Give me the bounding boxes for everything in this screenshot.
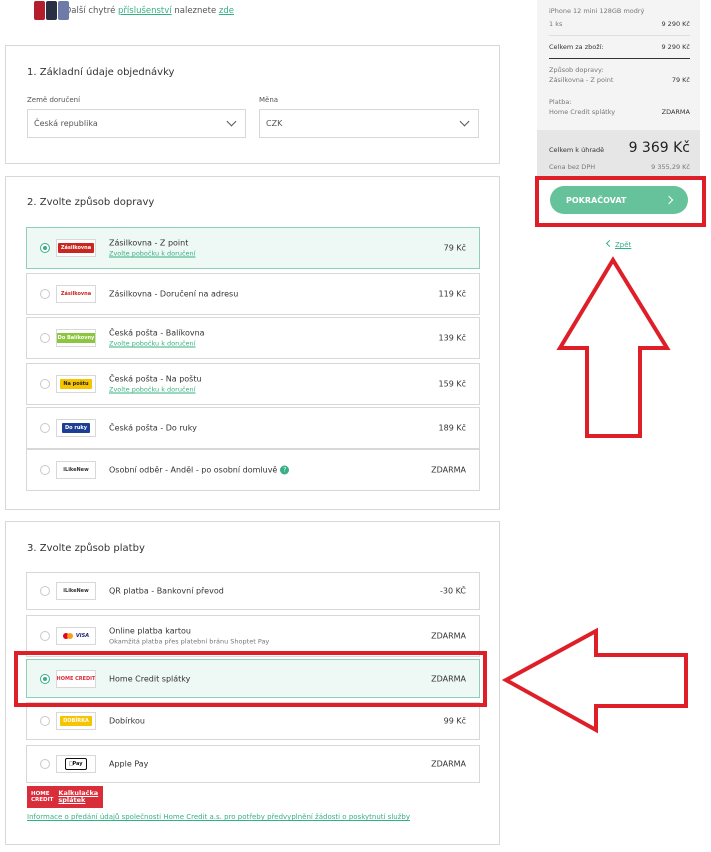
choose-branch-link[interactable]: Zvolte pobočku k doručení (109, 250, 195, 258)
shipping-option-pickup[interactable]: iLikeNew Osobní odběr - Anděl - po osobn… (26, 449, 480, 491)
here-link[interactable]: zde (219, 6, 234, 16)
summary-product: iPhone 12 mini 128GB modrý (549, 7, 645, 15)
payment-title: 3. Zvolte způsob platby (27, 543, 145, 554)
choose-branch-link[interactable]: Zvolte pobočku k doručení (109, 386, 202, 394)
option-name: Zásilkovna - Doručení na adresu (109, 289, 239, 299)
accessories-text: Další chytré příslušenství naleznete zde (65, 6, 234, 16)
payment-option-apple-pay[interactable]: Pay Apple Pay ZDARMA (26, 745, 480, 783)
chevron-down-icon (459, 116, 470, 127)
option-price: ZDARMA (431, 465, 466, 475)
radio-button[interactable] (40, 243, 50, 253)
zasilkovna-logo-icon: Zásilkovna (56, 239, 96, 257)
total-value: 9 369 Kč (628, 140, 690, 156)
dobirka-logo-icon: DOBÍRKA (56, 712, 96, 730)
home-credit-calculator-button[interactable]: HOME CREDIT Kalkulačka splátek (27, 786, 103, 808)
radio-button[interactable] (40, 289, 50, 299)
summary-qty: 1 ks 9 290 Kč (549, 20, 690, 28)
chevron-down-icon (226, 116, 237, 127)
zasilkovna-logo-icon: Zásilkovna (56, 285, 96, 303)
chevron-left-icon (605, 239, 614, 248)
option-price: 189 Kč (438, 423, 466, 433)
radio-button[interactable] (40, 379, 50, 389)
ceska-posta-logo-icon: Do ruky (56, 419, 96, 437)
country-label: Země doručení (27, 96, 81, 104)
up-arrow-icon (556, 256, 671, 438)
radio-button[interactable] (40, 586, 50, 596)
currency-label: Měna (259, 96, 279, 104)
shipping-title: 2. Zvolte způsob dopravy (27, 197, 155, 208)
apple-pay-logo-icon: Pay (56, 755, 96, 773)
radio-button[interactable] (40, 465, 50, 475)
annotation-box-home-credit (14, 651, 487, 707)
option-name: Dobírkou (109, 716, 145, 726)
shipping-option-na-postu[interactable]: Na poštu Česká pošta - Na poštu Zvolte p… (26, 363, 480, 405)
radio-button[interactable] (40, 631, 50, 641)
option-price: 79 Kč (443, 243, 466, 253)
order-basics-title: 1. Základní údaje objednávky (27, 67, 175, 78)
shipping-option-do-ruky[interactable]: Do ruky Česká pošta - Do ruky 189 Kč (26, 407, 480, 449)
option-price: 159 Kč (438, 379, 466, 389)
calculator-label: Kalkulačka splátek (58, 789, 99, 804)
home-credit-info-link[interactable]: Informace o předání údajů společnosti Ho… (27, 813, 410, 821)
annotation-box-continue (535, 176, 706, 227)
without-vat-label: Cena bez DPH (549, 163, 596, 171)
option-name: Apple Pay (109, 759, 149, 769)
summary-shipping: Zásilkovna - Z point 79 Kč (549, 76, 690, 84)
option-price: ZDARMA (431, 631, 466, 641)
ceska-posta-logo-icon: Na poštu (56, 375, 96, 393)
payment-option-qr[interactable]: iLikeNew QR platba - Bankovní převod -30… (26, 572, 480, 610)
currency-select[interactable]: CZK (259, 109, 479, 138)
radio-button[interactable] (40, 716, 50, 726)
phone-thumbnails (34, 1, 69, 21)
option-name: Česká pošta - Do ruky (109, 423, 197, 433)
option-name: Česká pošta - Balíkovna (109, 328, 205, 338)
order-basics-section: 1. Základní údaje objednávky Země doruče… (5, 45, 500, 164)
option-price: -30 KČ (439, 586, 466, 596)
notice-prefix: Další chytré (64, 6, 116, 16)
ilikenew-logo-icon: iLikeNew (56, 582, 96, 600)
shipping-option-zpoint[interactable]: Zásilkovna Zásilkovna - Z point Zvolte p… (26, 227, 480, 269)
home-credit-logo-icon: HOME CREDIT (31, 791, 54, 803)
order-summary: iPhone 12 mini 128GB modrý 1 ks 9 290 Kč … (537, 0, 700, 176)
option-name: Česká pošta - Na poštu (109, 374, 202, 384)
option-description: Okamžitá platba přes platební bránu Shop… (109, 637, 270, 646)
summary-payment: Home Credit splátky ZDARMA (549, 108, 690, 116)
help-icon[interactable]: ? (280, 465, 290, 475)
balikovna-logo-icon: Do Balíkovny (56, 329, 96, 347)
option-price: ZDARMA (431, 759, 466, 769)
accessories-link[interactable]: příslušenství (118, 6, 172, 16)
summary-shipping-label: Způsob dopravy: (549, 66, 604, 74)
accessories-notice: Další chytré příslušenství naleznete zde (34, 0, 234, 22)
summary-goods-total: Celkem za zboží: 9 290 Kč (549, 43, 690, 51)
choose-branch-link[interactable]: Zvolte pobočku k doručení (109, 340, 205, 348)
ilikenew-logo-icon: iLikeNew (56, 461, 96, 479)
card-logos-icon: VISA (56, 627, 96, 645)
summary-total-box: Celkem k úhradě 9 369 Kč Cena bez DPH 9 … (537, 130, 700, 176)
option-price: 99 Kč (443, 716, 466, 726)
option-name: QR platba - Bankovní převod (109, 586, 224, 596)
radio-button[interactable] (40, 423, 50, 433)
radio-button[interactable] (40, 333, 50, 343)
shipping-section: 2. Zvolte způsob dopravy Zásilkovna Zási… (5, 176, 500, 510)
option-name: Online platba kartou (109, 626, 191, 636)
currency-value: CZK (266, 119, 283, 128)
notice-middle: naleznete (174, 6, 217, 16)
back-link[interactable]: Zpět (605, 239, 631, 249)
shipping-option-address[interactable]: Zásilkovna Zásilkovna - Doručení na adre… (26, 273, 480, 315)
option-price: 119 Kč (438, 289, 466, 299)
total-label: Celkem k úhradě (549, 146, 605, 154)
without-vat-value: 9 355,29 Kč (651, 163, 690, 171)
shipping-option-balikovna[interactable]: Do Balíkovny Česká pošta - Balíkovna Zvo… (26, 317, 480, 359)
radio-button[interactable] (40, 759, 50, 769)
payment-option-cod[interactable]: DOBÍRKA Dobírkou 99 Kč (26, 702, 480, 740)
summary-payment-label: Platba: (549, 98, 572, 106)
left-arrow-icon (501, 627, 688, 734)
option-name: Osobní odběr - Anděl - po osobní domluvě (109, 465, 278, 475)
option-price: 139 Kč (438, 333, 466, 343)
country-value: Česká republika (34, 119, 98, 128)
option-name: Zásilkovna - Z point (109, 238, 189, 248)
country-select[interactable]: Česká republika (27, 109, 246, 138)
